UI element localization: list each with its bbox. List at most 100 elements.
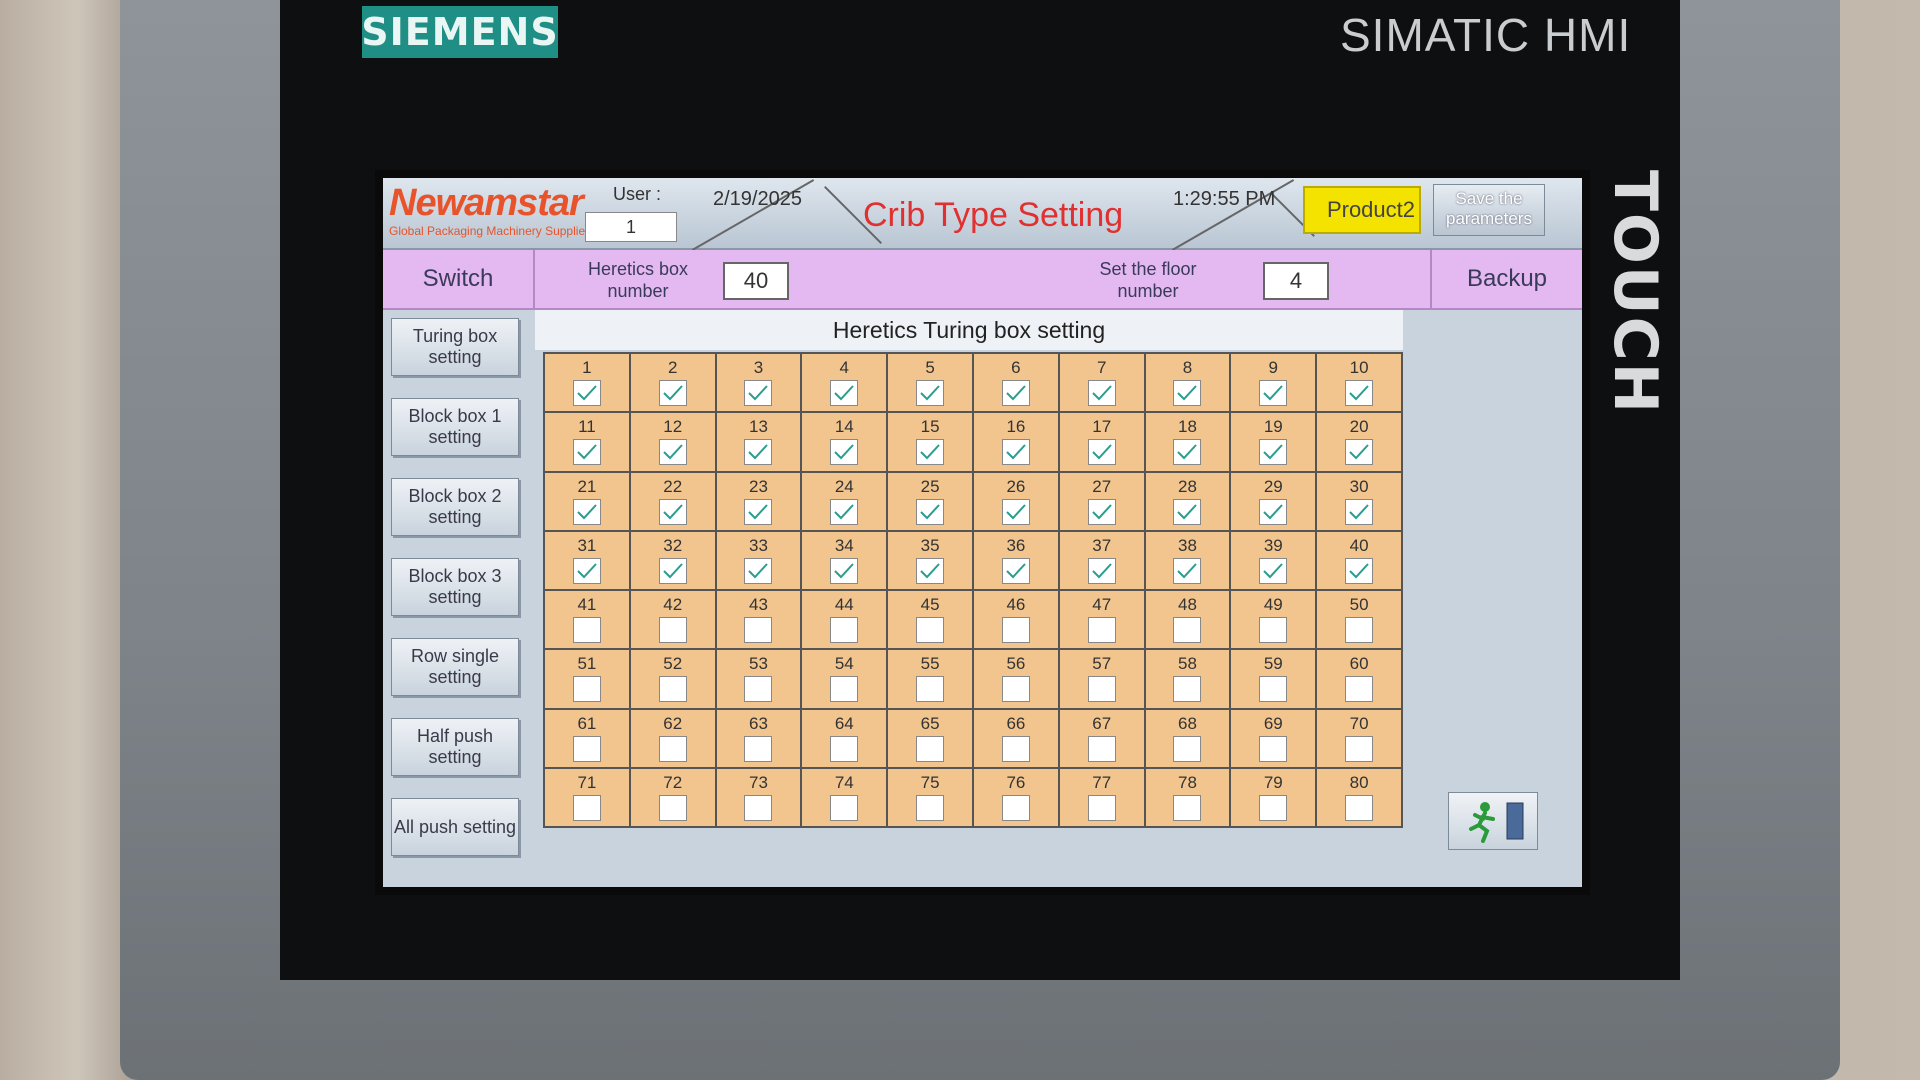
floor-field[interactable]: 4 bbox=[1263, 262, 1329, 300]
box-checkbox[interactable] bbox=[1259, 676, 1288, 703]
box-checkbox-checked[interactable] bbox=[1087, 380, 1116, 406]
box-checkbox[interactable] bbox=[1259, 617, 1288, 643]
box-checkbox[interactable] bbox=[916, 617, 945, 643]
box-checkbox[interactable] bbox=[1345, 676, 1374, 703]
switch-button[interactable]: Switch bbox=[383, 250, 535, 308]
box-checkbox-checked[interactable] bbox=[916, 498, 945, 525]
box-checkbox[interactable] bbox=[572, 676, 601, 703]
box-checkbox[interactable] bbox=[1345, 735, 1374, 762]
box-checkbox-checked[interactable] bbox=[1087, 557, 1116, 584]
box-cell: 30 bbox=[1317, 472, 1401, 530]
box-checkbox-checked[interactable] bbox=[1173, 380, 1202, 406]
menu-half-push[interactable]: Half push setting bbox=[391, 718, 519, 776]
box-checkbox-checked[interactable] bbox=[744, 439, 773, 466]
box-checkbox-checked[interactable] bbox=[1173, 439, 1202, 466]
box-checkbox-checked[interactable] bbox=[658, 439, 687, 466]
box-checkbox-checked[interactable] bbox=[1259, 498, 1288, 525]
box-number: 19 bbox=[1263, 417, 1283, 437]
box-checkbox[interactable] bbox=[916, 794, 945, 821]
box-checkbox[interactable] bbox=[1259, 735, 1288, 762]
box-checkbox-checked[interactable] bbox=[1345, 380, 1374, 406]
box-checkbox-checked[interactable] bbox=[830, 557, 859, 584]
menu-block-box-2[interactable]: Block box 2 setting bbox=[391, 478, 519, 536]
box-checkbox-checked[interactable] bbox=[744, 498, 773, 525]
box-checkbox[interactable] bbox=[1173, 676, 1202, 703]
box-checkbox[interactable] bbox=[572, 617, 601, 643]
box-checkbox-checked[interactable] bbox=[1259, 557, 1288, 584]
box-checkbox[interactable] bbox=[1001, 794, 1030, 821]
box-checkbox[interactable] bbox=[744, 794, 773, 821]
user-field[interactable]: 1 bbox=[585, 212, 677, 242]
box-checkbox[interactable] bbox=[1087, 617, 1116, 643]
menu-turing-box[interactable]: Turing box setting bbox=[391, 318, 519, 376]
box-checkbox-checked[interactable] bbox=[658, 380, 687, 406]
box-checkbox[interactable] bbox=[830, 676, 859, 703]
box-checkbox[interactable] bbox=[1345, 794, 1374, 821]
exit-button[interactable] bbox=[1448, 792, 1538, 850]
box-checkbox-checked[interactable] bbox=[1001, 380, 1030, 406]
box-checkbox-checked[interactable] bbox=[658, 557, 687, 584]
box-checkbox-checked[interactable] bbox=[830, 439, 859, 466]
box-cell: 56 bbox=[974, 650, 1058, 708]
box-checkbox-checked[interactable] bbox=[572, 439, 601, 466]
box-checkbox[interactable] bbox=[1087, 676, 1116, 703]
box-checkbox-checked[interactable] bbox=[830, 498, 859, 525]
box-checkbox[interactable] bbox=[916, 735, 945, 762]
box-checkbox[interactable] bbox=[1173, 794, 1202, 821]
box-checkbox-checked[interactable] bbox=[916, 380, 945, 406]
box-checkbox[interactable] bbox=[572, 794, 601, 821]
box-checkbox-checked[interactable] bbox=[572, 380, 601, 406]
box-checkbox-checked[interactable] bbox=[916, 439, 945, 466]
box-checkbox-checked[interactable] bbox=[916, 557, 945, 584]
product-indicator[interactable]: Product2 bbox=[1303, 186, 1421, 234]
menu-block-box-1[interactable]: Block box 1 setting bbox=[391, 398, 519, 456]
box-checkbox[interactable] bbox=[1001, 735, 1030, 762]
box-checkbox-checked[interactable] bbox=[1173, 498, 1202, 525]
box-checkbox[interactable] bbox=[1001, 676, 1030, 703]
box-checkbox[interactable] bbox=[830, 794, 859, 821]
box-checkbox-checked[interactable] bbox=[1173, 557, 1202, 584]
box-checkbox[interactable] bbox=[658, 794, 687, 821]
box-checkbox-checked[interactable] bbox=[744, 380, 773, 406]
box-checkbox[interactable] bbox=[744, 676, 773, 703]
box-checkbox-checked[interactable] bbox=[658, 498, 687, 525]
heretics-box-field[interactable]: 40 bbox=[723, 262, 789, 300]
box-checkbox[interactable] bbox=[744, 617, 773, 643]
box-checkbox-checked[interactable] bbox=[1259, 380, 1288, 406]
box-checkbox-checked[interactable] bbox=[572, 498, 601, 525]
box-checkbox-checked[interactable] bbox=[1001, 498, 1030, 525]
menu-block-box-3[interactable]: Block box 3 setting bbox=[391, 558, 519, 616]
box-checkbox[interactable] bbox=[1259, 794, 1288, 821]
box-checkbox-checked[interactable] bbox=[830, 380, 859, 406]
box-checkbox[interactable] bbox=[572, 735, 601, 762]
box-checkbox[interactable] bbox=[1173, 735, 1202, 762]
box-number: 31 bbox=[577, 535, 597, 555]
box-checkbox-checked[interactable] bbox=[1345, 439, 1374, 466]
menu-all-push[interactable]: All push setting bbox=[391, 798, 519, 856]
box-checkbox[interactable] bbox=[1001, 617, 1030, 643]
box-checkbox-checked[interactable] bbox=[1259, 439, 1288, 466]
box-checkbox[interactable] bbox=[1087, 794, 1116, 821]
box-checkbox-checked[interactable] bbox=[1345, 557, 1374, 584]
box-checkbox[interactable] bbox=[658, 676, 687, 703]
box-checkbox[interactable] bbox=[1087, 735, 1116, 762]
backup-button[interactable]: Backup bbox=[1430, 250, 1582, 308]
box-checkbox-checked[interactable] bbox=[1087, 439, 1116, 466]
box-checkbox[interactable] bbox=[830, 617, 859, 643]
save-parameters-button[interactable]: Save the parameters bbox=[1433, 184, 1545, 236]
box-checkbox-checked[interactable] bbox=[1001, 557, 1030, 584]
box-checkbox-checked[interactable] bbox=[1001, 439, 1030, 466]
box-checkbox[interactable] bbox=[916, 676, 945, 703]
box-cell: 19 bbox=[1231, 413, 1316, 471]
box-checkbox-checked[interactable] bbox=[1087, 498, 1116, 525]
box-checkbox[interactable] bbox=[830, 735, 859, 762]
box-checkbox-checked[interactable] bbox=[744, 557, 773, 584]
box-checkbox-checked[interactable] bbox=[1345, 498, 1374, 525]
box-checkbox[interactable] bbox=[1345, 617, 1374, 643]
menu-row-single[interactable]: Row single setting bbox=[391, 638, 519, 696]
box-checkbox[interactable] bbox=[658, 735, 687, 762]
box-checkbox[interactable] bbox=[658, 617, 687, 643]
box-checkbox[interactable] bbox=[744, 735, 773, 762]
box-checkbox[interactable] bbox=[1173, 617, 1202, 643]
box-checkbox-checked[interactable] bbox=[572, 557, 601, 584]
